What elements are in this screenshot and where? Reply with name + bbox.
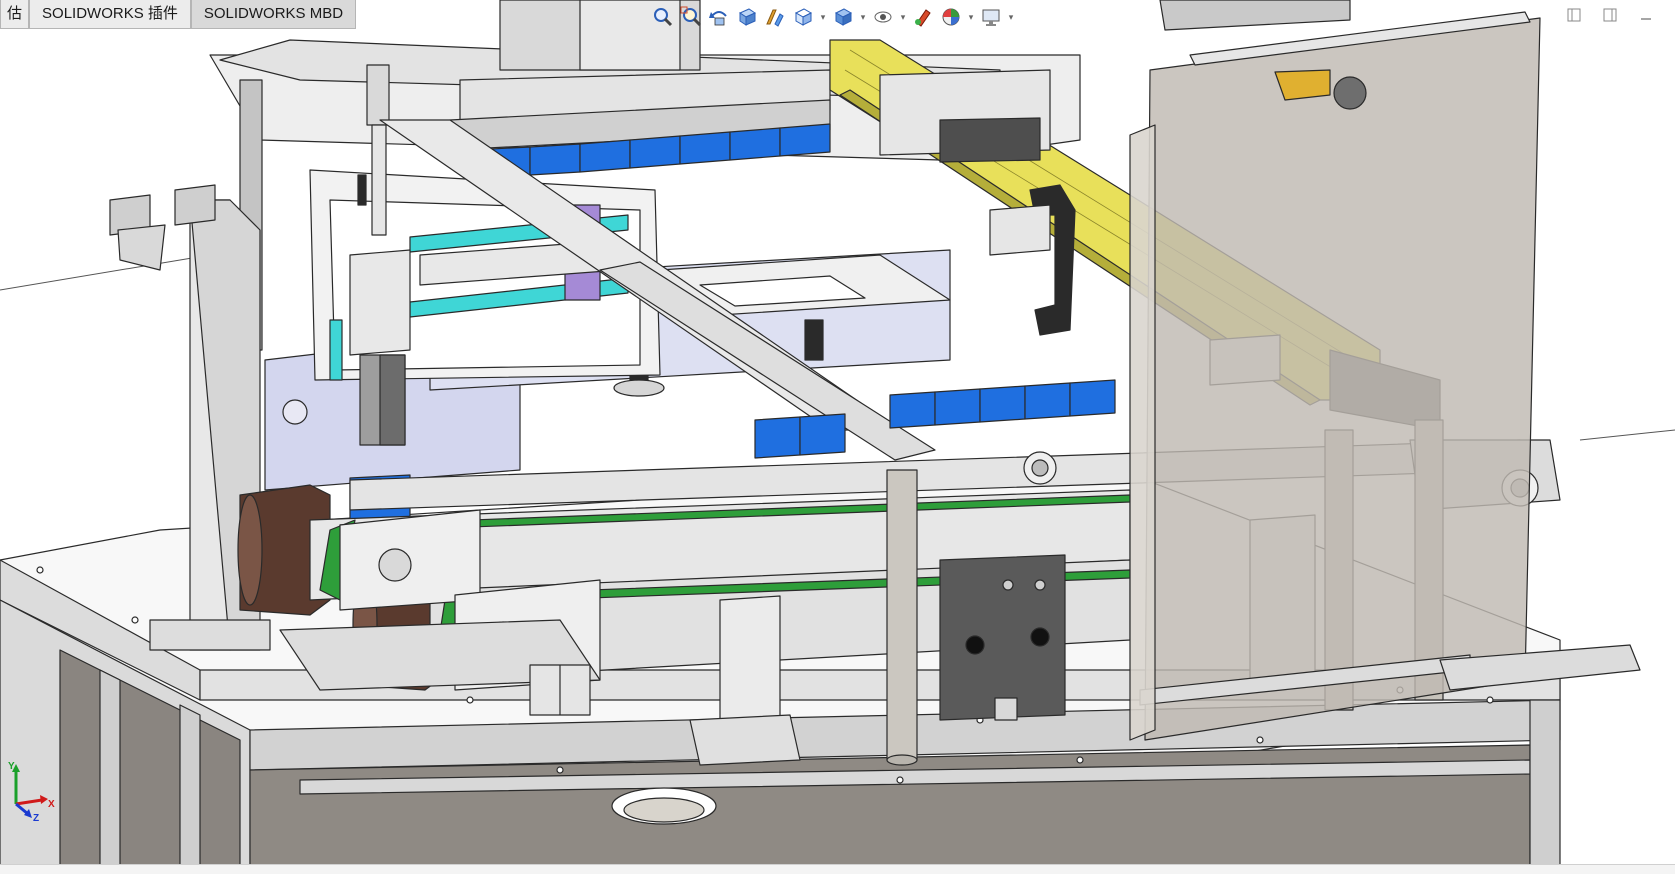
tile-left-icon[interactable]: [1565, 6, 1583, 24]
window-controls: [1565, 6, 1655, 24]
zoom-to-area-icon[interactable]: [678, 5, 704, 29]
edit-appearance-icon[interactable]: [910, 5, 936, 29]
tab-estimate[interactable]: 估: [0, 0, 30, 29]
previous-view-icon[interactable]: [706, 5, 732, 29]
reference-triad: Y X Z: [8, 761, 55, 822]
command-manager-tabs: 估 SOLIDWORKS 插件 SOLIDWORKS MBD: [0, 0, 357, 30]
viewport-bottom-edge: [0, 864, 1675, 874]
tab-solidworks-addins[interactable]: SOLIDWORKS 插件: [29, 0, 191, 29]
hide-show-items-icon[interactable]: [870, 5, 896, 29]
tile-right-icon[interactable]: [1601, 6, 1619, 24]
triad-z-label: Z: [33, 813, 39, 822]
view-settings-icon[interactable]: [978, 5, 1004, 29]
section-view-icon[interactable]: [734, 5, 760, 29]
solidworks-window: 估 SOLIDWORKS 插件 SOLIDWORKS MBD ▾ ▾ ▾ ▾ ▾…: [0, 0, 1675, 874]
view-orientation-icon[interactable]: [790, 5, 816, 29]
heads-up-view-toolbar: ▾ ▾ ▾ ▾ ▾: [650, 4, 1016, 30]
chevron-down-icon[interactable]: ▾: [858, 5, 868, 29]
triad-y-label: Y: [8, 761, 15, 772]
zoom-to-fit-icon[interactable]: [650, 5, 676, 29]
triad-x-label: X: [48, 799, 55, 810]
dynamic-annotation-views-icon[interactable]: [762, 5, 788, 29]
apply-scene-icon[interactable]: [938, 5, 964, 29]
tab-solidworks-mbd[interactable]: SOLIDWORKS MBD: [190, 0, 357, 29]
chevron-down-icon[interactable]: ▾: [966, 5, 976, 29]
chevron-down-icon[interactable]: ▾: [898, 5, 908, 29]
display-style-icon[interactable]: [830, 5, 856, 29]
minimize-icon[interactable]: [1637, 6, 1655, 24]
graphics-area[interactable]: [0, 0, 1675, 874]
chevron-down-icon[interactable]: ▾: [1006, 5, 1016, 29]
chevron-down-icon[interactable]: ▾: [818, 5, 828, 29]
